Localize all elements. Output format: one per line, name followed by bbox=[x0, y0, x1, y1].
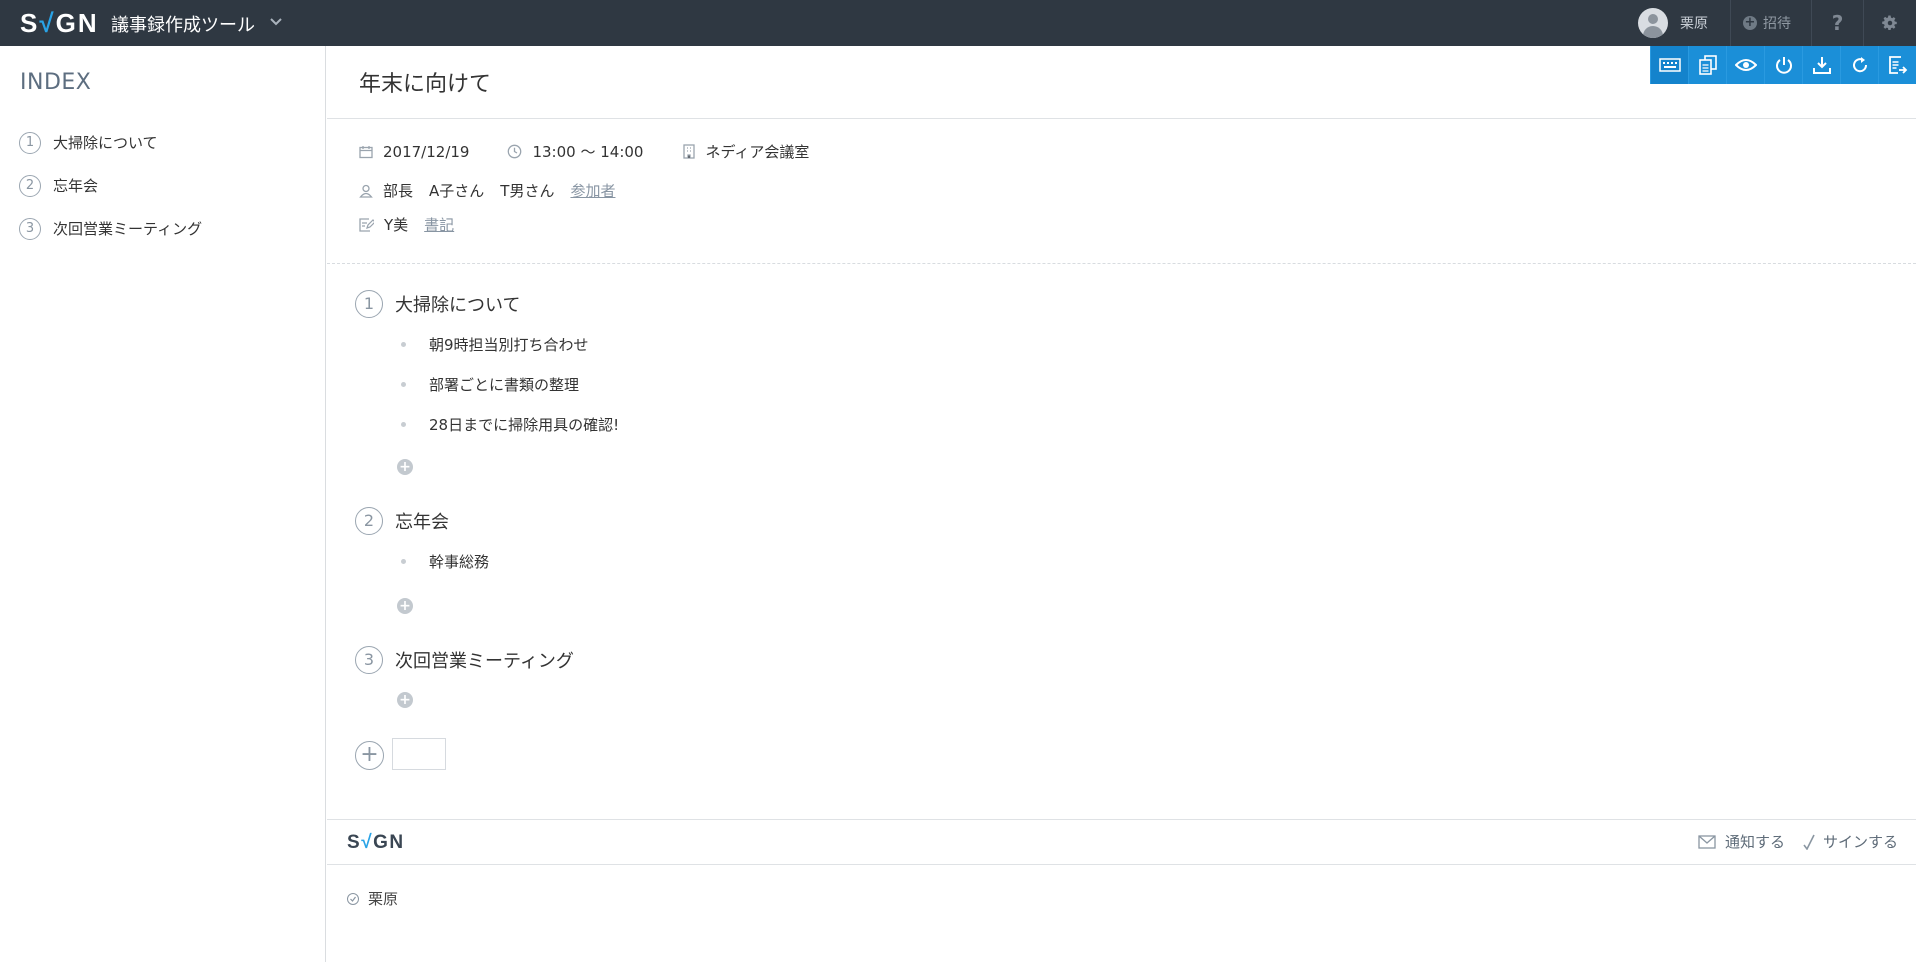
agenda-title[interactable]: 次回営業ミーティング bbox=[395, 647, 574, 673]
agenda-item-1: 1 大掃除について bbox=[355, 290, 520, 318]
dashed-divider bbox=[327, 263, 1916, 264]
edit-note-icon bbox=[359, 217, 374, 232]
add-agenda-button[interactable]: + bbox=[355, 741, 384, 770]
chevron-down-icon[interactable] bbox=[268, 13, 284, 29]
bullet-text: 幹事総務 bbox=[429, 553, 490, 571]
recorder-row: Y美 書記 bbox=[359, 214, 454, 235]
mail-icon bbox=[1698, 834, 1716, 849]
notify-button[interactable]: 通知する bbox=[1698, 831, 1785, 852]
index-number: 1 bbox=[19, 131, 41, 154]
agenda-bullet[interactable]: 部署ごとに書類の整理 bbox=[401, 374, 579, 395]
settings-button[interactable] bbox=[1864, 0, 1916, 46]
logo-check-mark: √ bbox=[361, 832, 374, 853]
bullet-text: 朝9時担当別打ち合わせ bbox=[429, 336, 589, 354]
attendees-link[interactable]: 参加者 bbox=[570, 180, 615, 201]
footer-logo: S√GN bbox=[347, 832, 405, 854]
meeting-date[interactable]: 2017/12/19 bbox=[383, 143, 469, 161]
recorder-name[interactable]: Y美 bbox=[384, 214, 408, 235]
index-item-label: 次回営業ミーティング bbox=[53, 220, 203, 238]
invite-label: 招待 bbox=[1763, 16, 1791, 32]
agenda-title[interactable]: 忘年会 bbox=[395, 508, 449, 534]
user-menu[interactable]: 栗原 bbox=[1638, 0, 1731, 46]
logo-check-mark: √ bbox=[39, 8, 56, 38]
recorder-link[interactable]: 書記 bbox=[424, 214, 454, 235]
agenda-bullet[interactable]: 朝9時担当別打ち合わせ bbox=[401, 334, 589, 355]
index-number: 3 bbox=[19, 217, 41, 240]
footer-actions: 通知する サインする bbox=[1680, 831, 1898, 852]
index-number: 2 bbox=[19, 174, 41, 197]
logo-text-right: GN bbox=[55, 8, 99, 38]
notify-label: 通知する bbox=[1724, 833, 1785, 851]
user-name: 栗原 bbox=[1680, 16, 1708, 32]
index-sidebar: INDEX 1 大掃除について 2 忘年会 3 次回営業ミーティング bbox=[0, 46, 326, 962]
agenda-bullet[interactable]: 幹事総務 bbox=[401, 551, 489, 572]
clock-icon bbox=[507, 144, 522, 159]
sign-label: サインする bbox=[1822, 833, 1898, 851]
index-list: 1 大掃除について 2 忘年会 3 次回営業ミーティング bbox=[19, 121, 202, 250]
bullet-text: 28日までに掃除用具の確認! bbox=[429, 416, 620, 434]
index-title: INDEX bbox=[20, 70, 92, 95]
app-title[interactable]: 議事録作成ツール bbox=[111, 11, 255, 37]
help-button[interactable]: ? bbox=[1812, 0, 1864, 46]
add-bullet-button[interactable]: + bbox=[397, 692, 413, 708]
logo-text-left: S bbox=[347, 832, 362, 853]
main-content: 年末に向けて 2017/12/19 13:00 〜 14:00 ネディア会議室 … bbox=[327, 46, 1916, 962]
signer-name: 栗原 bbox=[368, 890, 399, 908]
app-logo[interactable]: S√GN bbox=[20, 8, 99, 39]
index-item-1[interactable]: 1 大掃除について bbox=[19, 121, 202, 164]
agenda-number: 1 bbox=[355, 290, 383, 318]
gear-icon bbox=[1882, 15, 1897, 31]
add-bullet-button[interactable]: + bbox=[397, 598, 413, 614]
divider bbox=[327, 864, 1916, 865]
divider bbox=[327, 819, 1916, 820]
attendee[interactable]: 部長 bbox=[383, 180, 413, 201]
meeting-info-row: 2017/12/19 13:00 〜 14:00 ネディア会議室 bbox=[359, 141, 809, 162]
new-agenda-input[interactable] bbox=[392, 738, 446, 770]
attendee[interactable]: A子さん bbox=[429, 180, 484, 201]
calendar-icon bbox=[359, 145, 373, 159]
index-item-2[interactable]: 2 忘年会 bbox=[19, 164, 202, 207]
index-item-3[interactable]: 3 次回営業ミーティング bbox=[19, 207, 202, 250]
index-item-label: 忘年会 bbox=[53, 177, 99, 195]
sign-button[interactable]: サインする bbox=[1803, 831, 1898, 852]
logo-text-right: GN bbox=[373, 832, 405, 853]
agenda-number: 2 bbox=[355, 507, 383, 535]
top-bar: S√GN 議事録作成ツール 栗原 + 招待 ? bbox=[0, 0, 1916, 46]
agenda-number: 3 bbox=[355, 646, 383, 674]
plus-icon: + bbox=[1743, 15, 1757, 30]
person-icon bbox=[359, 184, 373, 198]
agenda-item-2: 2 忘年会 bbox=[355, 507, 449, 535]
invite-button[interactable]: + 招待 bbox=[1731, 0, 1812, 46]
divider bbox=[327, 118, 1916, 119]
signer-entry: 栗原 bbox=[347, 888, 398, 909]
logo-text-left: S bbox=[20, 8, 40, 38]
attendee[interactable]: T男さん bbox=[500, 180, 554, 201]
document-title[interactable]: 年末に向けて bbox=[359, 66, 491, 98]
building-icon bbox=[683, 144, 696, 159]
add-bullet-button[interactable]: + bbox=[397, 459, 413, 475]
agenda-bullet[interactable]: 28日までに掃除用具の確認! bbox=[401, 414, 619, 435]
meeting-room[interactable]: ネディア会議室 bbox=[705, 141, 809, 162]
check-icon bbox=[1803, 834, 1815, 850]
attendees-row: 部長 A子さん T男さん 参加者 bbox=[359, 180, 615, 201]
avatar bbox=[1638, 8, 1668, 38]
check-circle-icon bbox=[347, 892, 359, 905]
agenda-title[interactable]: 大掃除について bbox=[395, 291, 520, 317]
agenda-item-3: 3 次回営業ミーティング bbox=[355, 646, 574, 674]
meeting-time[interactable]: 13:00 〜 14:00 bbox=[532, 141, 643, 162]
index-item-label: 大掃除について bbox=[53, 134, 158, 152]
bullet-text: 部署ごとに書類の整理 bbox=[429, 376, 580, 394]
